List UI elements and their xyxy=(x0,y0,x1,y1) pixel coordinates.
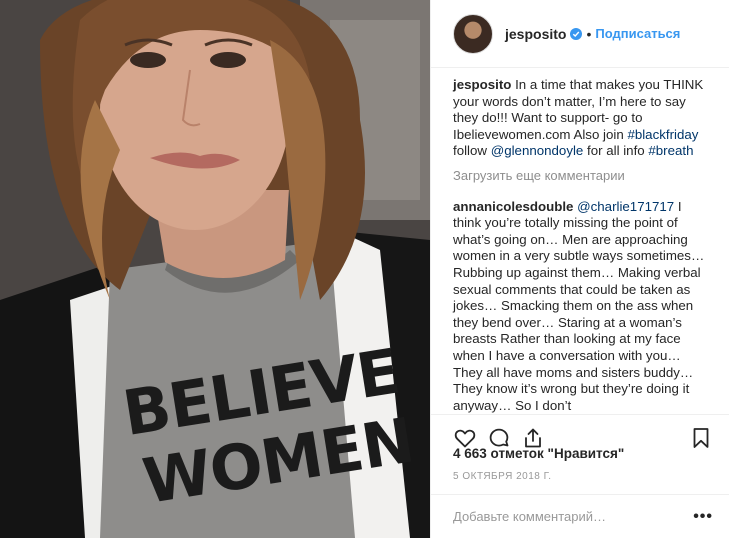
caption-text-2: follow xyxy=(453,143,491,159)
comment-username[interactable]: annanicolesdouble xyxy=(453,199,573,214)
post-header: jesposito • Подписаться xyxy=(431,0,729,68)
post-side-panel: jesposito • Подписаться jesposito In a t… xyxy=(430,0,729,538)
comments-list[interactable]: jesposito In a time that makes you THINK… xyxy=(431,69,729,414)
verified-badge-icon xyxy=(570,27,583,40)
hashtag-link[interactable]: #breath xyxy=(648,143,693,158)
hashtag-link[interactable]: #blackfriday xyxy=(627,127,698,142)
mention-link[interactable]: @glennondoyle xyxy=(491,143,584,158)
post-date[interactable]: 5 ОКТЯБРЯ 2018 Г. xyxy=(453,471,552,482)
mention-link[interactable]: @charlie171717 xyxy=(577,199,674,214)
avatar[interactable] xyxy=(453,13,493,54)
header-username[interactable]: jesposito xyxy=(505,26,566,42)
bookmark-icon[interactable] xyxy=(687,424,715,452)
caption: jesposito In a time that makes you THINK… xyxy=(453,77,713,160)
caption-username[interactable]: jesposito xyxy=(453,77,511,92)
comment-input[interactable] xyxy=(453,509,694,524)
more-options-icon[interactable]: ••• xyxy=(693,508,713,526)
caption-text-3: for all info xyxy=(583,143,649,159)
follow-button[interactable]: Подписаться xyxy=(595,26,680,41)
load-more-comments-button[interactable]: Загрузить еще комментарии xyxy=(453,168,713,185)
likes-count[interactable]: 4 663 отметок "Нравится" xyxy=(453,446,624,461)
comment-text: I think you’re totally missing the point… xyxy=(453,198,705,413)
header-separator: • xyxy=(586,25,592,42)
post-photo[interactable]: BELIEVE WOMEN xyxy=(0,0,430,538)
comment-item: annanicolesdouble @charlie171717 I think… xyxy=(453,199,713,414)
add-comment-bar: ••• xyxy=(431,494,729,538)
